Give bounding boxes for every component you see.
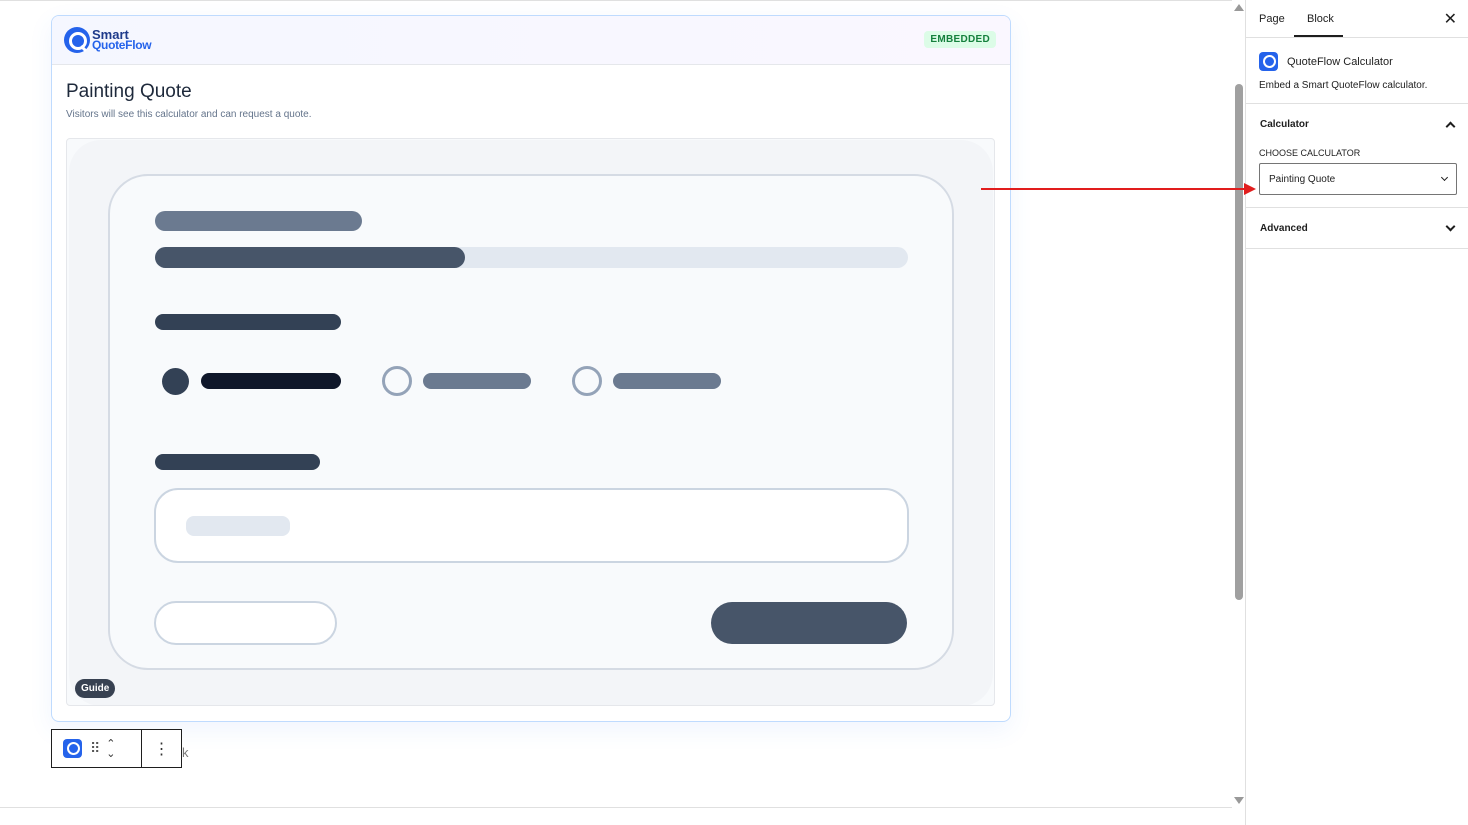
skeleton-label-1 [155,314,341,330]
advanced-panel-title: Advanced [1260,222,1308,234]
block-card-title: QuoteFlow Calculator [1287,55,1393,68]
chevron-down-icon [1445,221,1456,232]
guide-badge[interactable]: Guide [75,679,116,698]
skeleton-progress-fill [155,247,465,268]
active-tab-indicator [1294,35,1343,37]
calculator-preview: Guide [66,138,995,706]
skeleton-radio-3 [572,366,602,396]
preview-skeleton-card [108,174,954,670]
annotation-arrow [981,188,1246,190]
calculator-panel-title: Calculator [1260,118,1309,130]
block-card-description: Embed a Smart QuoteFlow calculator. [1259,80,1428,91]
annotation-arrow-head [1244,183,1256,195]
calculator-title: Painting Quote [66,81,192,102]
advanced-panel-toggle[interactable]: Advanced [1246,208,1468,248]
chevron-down-icon [1440,173,1449,182]
toolbar-block-controls: ⠿ ⌃ ⌄ [52,730,142,767]
drag-handle-icon[interactable]: ⠿ [90,740,100,757]
calculator-panel: Calculator CHOOSE CALCULATOR Painting Qu… [1246,104,1468,208]
calculator-subtitle: Visitors will see this calculator and ca… [66,109,312,120]
sidebar-tabs: Page Block ✕ [1246,0,1468,38]
skeleton-input-placeholder [186,516,290,536]
stray-text: k [182,745,189,760]
block-card: QuoteFlow Calculator Embed a Smart Quote… [1246,38,1468,104]
smart-quoteflow-logo: Smart QuoteFlow [64,27,152,53]
move-up-icon[interactable]: ⌃ [106,738,115,749]
chevron-up-icon [1445,121,1456,131]
choose-calculator-label: CHOOSE CALCULATOR [1259,148,1361,158]
scroll-down-arrow-icon[interactable] [1234,797,1244,804]
quoteflow-block-icon[interactable] [63,739,82,758]
logo-text-quoteflow: QuoteFlow [92,38,152,52]
quoteflow-logo-icon [64,27,90,53]
quoteflow-block[interactable]: Smart QuoteFlow EMBEDDED Painting Quote … [51,15,1011,722]
skeleton-option-3 [613,373,721,389]
block-toolbar: ⠿ ⌃ ⌄ ⋮ [51,729,182,768]
tab-page[interactable]: Page [1259,13,1285,25]
skeleton-option-1 [201,373,341,389]
skeleton-next-button [711,602,907,644]
tab-block[interactable]: Block [1307,13,1334,25]
skeleton-heading [155,211,362,231]
block-header: Smart QuoteFlow EMBEDDED [52,16,1010,65]
settings-sidebar: Page Block ✕ QuoteFlow Calculator Embed … [1245,0,1468,825]
calculator-panel-toggle[interactable]: Calculator [1246,104,1468,144]
more-options-icon[interactable]: ⋮ [142,730,181,767]
move-controls: ⌃ ⌄ [106,738,115,759]
canvas-bottom-border [0,807,1245,808]
advanced-panel: Advanced [1246,208,1468,249]
skeleton-option-2 [423,373,531,389]
skeleton-label-2 [155,454,320,470]
calculator-select-value: Painting Quote [1269,173,1336,185]
skeleton-radio-selected [162,368,189,395]
quoteflow-calculator-icon [1259,52,1278,71]
scrollbar-thumb[interactable] [1235,84,1243,600]
move-down-icon[interactable]: ⌄ [106,748,115,759]
calculator-select[interactable]: Painting Quote [1259,163,1457,195]
skeleton-back-button [154,601,337,645]
embedded-badge: EMBEDDED [924,31,996,48]
skeleton-radio-2 [382,366,412,396]
close-icon[interactable]: ✕ [1444,9,1457,29]
scroll-up-arrow-icon[interactable] [1234,4,1244,11]
